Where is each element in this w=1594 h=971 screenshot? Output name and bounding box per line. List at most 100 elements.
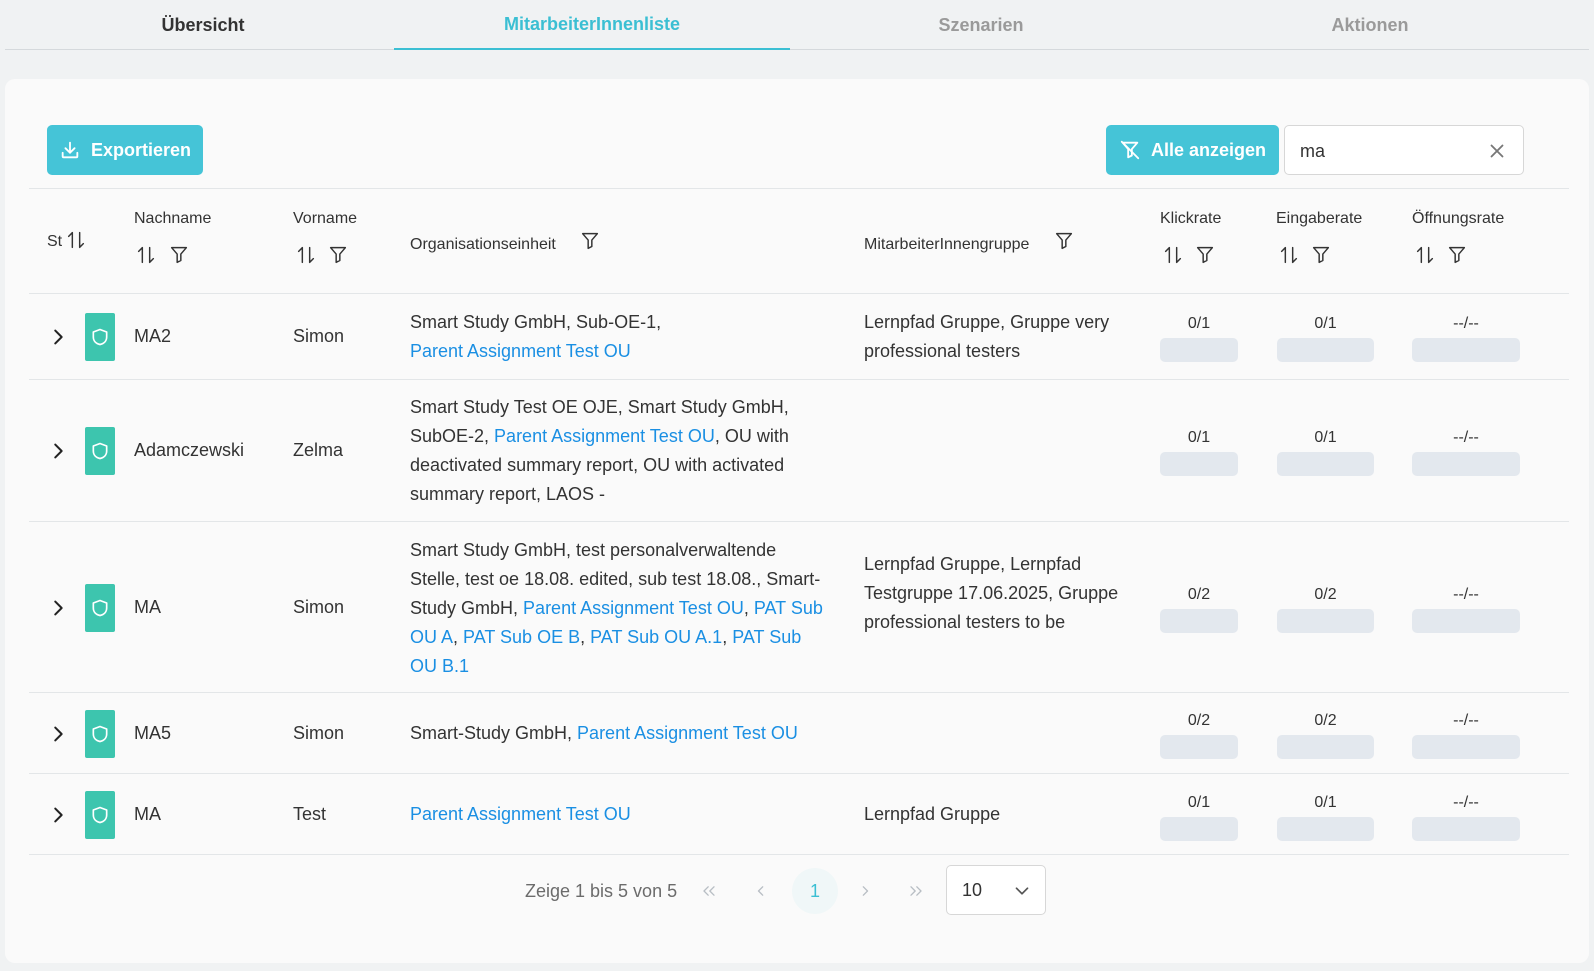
chevron-right-icon[interactable] (47, 597, 69, 619)
inputrate-bar (1277, 452, 1374, 476)
shield-icon (92, 725, 108, 742)
orgunit-text: Smart-Study GmbH, (410, 723, 578, 743)
column-header-status: St (47, 233, 63, 250)
column-header-firstname: Vorname (293, 210, 358, 227)
export-button[interactable]: Exportieren (47, 125, 203, 175)
current-page-button[interactable]: 1 (792, 868, 838, 914)
clickrate-bar (1160, 338, 1238, 362)
openrate-value: --/-- (1453, 712, 1479, 729)
filter-icon[interactable] (1310, 244, 1332, 266)
sort-icon[interactable] (65, 229, 87, 251)
chevron-right-icon[interactable] (47, 440, 69, 462)
column-header-group: MitarbeiterInnengruppe (864, 236, 1030, 253)
firstname-link[interactable]: Simon (293, 719, 344, 748)
employee-table-card: Exportieren Alle anzeigen St Nachname Vo… (5, 79, 1589, 963)
filter-icon[interactable] (168, 244, 190, 266)
tab-employee-list[interactable]: MitarbeiterInnenliste (394, 0, 790, 50)
next-page-button[interactable] (850, 876, 880, 906)
clickrate-value: 0/1 (1187, 429, 1211, 446)
close-icon[interactable] (1486, 140, 1508, 162)
firstname-link[interactable]: Simon (293, 322, 344, 351)
lastname-link[interactable]: MA2 (134, 322, 171, 351)
orgunit-link[interactable]: Parent Assignment Test OU (523, 598, 744, 618)
sort-icon[interactable] (295, 244, 317, 266)
tab-scenarios[interactable]: Szenarien (783, 0, 1179, 50)
group-cell: Lernpfad Gruppe, Lernpfad Testgruppe 17.… (864, 554, 1119, 632)
table-row: MA5 Simon Smart-Study GmbH, Parent Assig… (5, 693, 1589, 774)
last-page-button[interactable] (901, 876, 931, 906)
status-badge (85, 709, 115, 758)
orgunit-link[interactable]: Parent Assignment Test OU (577, 723, 798, 743)
column-header-orgunit: Organisationseinheit (410, 236, 556, 253)
orgunit-link[interactable]: PAT Sub OE B (463, 627, 580, 647)
orgunit-cell: Smart Study GmbH, test personalverwalten… (410, 536, 830, 681)
orgunit-text: , (743, 598, 754, 618)
filter-icon[interactable] (327, 244, 349, 266)
page-size-value: 10 (962, 880, 983, 900)
search-field[interactable] (1284, 125, 1524, 175)
orgunit-cell: Smart Study GmbH, Sub-OE-1, Parent Assign… (410, 308, 830, 366)
chevron-right-icon[interactable] (47, 326, 69, 348)
shield-icon (92, 328, 108, 346)
tab-actions[interactable]: Aktionen (1172, 0, 1568, 50)
firstname-link[interactable]: Test (293, 800, 326, 829)
sort-icon[interactable] (1278, 244, 1300, 266)
page-size-select[interactable]: 10 (946, 865, 1046, 915)
filter-icon[interactable] (1194, 244, 1216, 266)
openrate-value: --/-- (1453, 315, 1479, 332)
status-badge (85, 583, 115, 632)
export-label: Exportieren (90, 139, 192, 160)
table-row: MA Simon Smart Study GmbH, test personal… (5, 522, 1589, 693)
lastname-link[interactable]: MA (134, 800, 161, 829)
sort-icon[interactable] (1414, 244, 1436, 266)
divider (29, 188, 1569, 189)
lastname-link[interactable]: MA5 (134, 719, 171, 748)
filter-icon[interactable] (579, 230, 601, 252)
openrate-bar (1412, 609, 1520, 633)
orgunit-link[interactable]: Parent Assignment Test OU (494, 426, 715, 446)
prev-page-button[interactable] (746, 876, 776, 906)
orgunit-cell: Smart-Study GmbH, Parent Assignment Test… (410, 719, 830, 748)
orgunit-text: , (453, 627, 464, 647)
orgunit-cell: Parent Assignment Test OU (410, 800, 830, 829)
shield-icon (92, 442, 108, 460)
openrate-value: --/-- (1453, 794, 1479, 811)
double-chevron-right-icon (910, 886, 922, 896)
sort-icon[interactable] (135, 244, 157, 266)
inputrate-bar (1277, 817, 1374, 841)
table-row: MA2 Simon Smart Study GmbH, Sub-OE-1, Par… (5, 294, 1589, 380)
chevron-left-icon (757, 886, 764, 896)
firstname-link[interactable]: Simon (293, 593, 344, 622)
status-badge (85, 790, 115, 839)
search-input[interactable] (1300, 138, 1480, 164)
inputrate-value: 0/1 (1314, 794, 1337, 811)
chevron-right-icon[interactable] (47, 723, 69, 745)
chevron-down-icon (1015, 887, 1029, 895)
inputrate-bar (1277, 609, 1374, 633)
show-all-button[interactable]: Alle anzeigen (1106, 125, 1279, 175)
clickrate-value: 0/1 (1187, 794, 1211, 811)
orgunit-link[interactable]: Parent Assignment Test OU (410, 804, 631, 824)
filter-icon[interactable] (1053, 230, 1075, 252)
download-icon (61, 141, 79, 159)
filter-icon[interactable] (1446, 244, 1468, 266)
sort-icon[interactable] (1162, 244, 1184, 266)
show-all-label: Alle anzeigen (1150, 139, 1267, 160)
shield-icon (92, 599, 108, 616)
column-header-clickrate: Klickrate (1160, 210, 1222, 227)
lastname-link[interactable]: MA (134, 593, 161, 622)
status-badge (85, 427, 115, 475)
chevron-right-icon[interactable] (47, 804, 69, 826)
first-page-button[interactable] (694, 876, 724, 906)
orgunit-link[interactable]: PAT Sub OU A.1 (590, 627, 722, 647)
orgunit-text: Smart Study GmbH, Sub-OE-1, (410, 312, 662, 332)
orgunit-link[interactable]: Parent Assignment Test OU (410, 341, 631, 361)
clickrate-bar (1160, 452, 1238, 476)
clickrate-bar (1160, 735, 1238, 759)
firstname-link[interactable]: Zelma (293, 436, 343, 465)
clickrate-bar (1160, 609, 1238, 633)
orgunit-cell: Smart Study Test OE OJE, Smart Study Gmb… (410, 393, 830, 509)
tab-overview[interactable]: Übersicht (5, 0, 401, 50)
lastname-link[interactable]: Adamczewski (134, 436, 244, 465)
status-badge (85, 313, 115, 361)
